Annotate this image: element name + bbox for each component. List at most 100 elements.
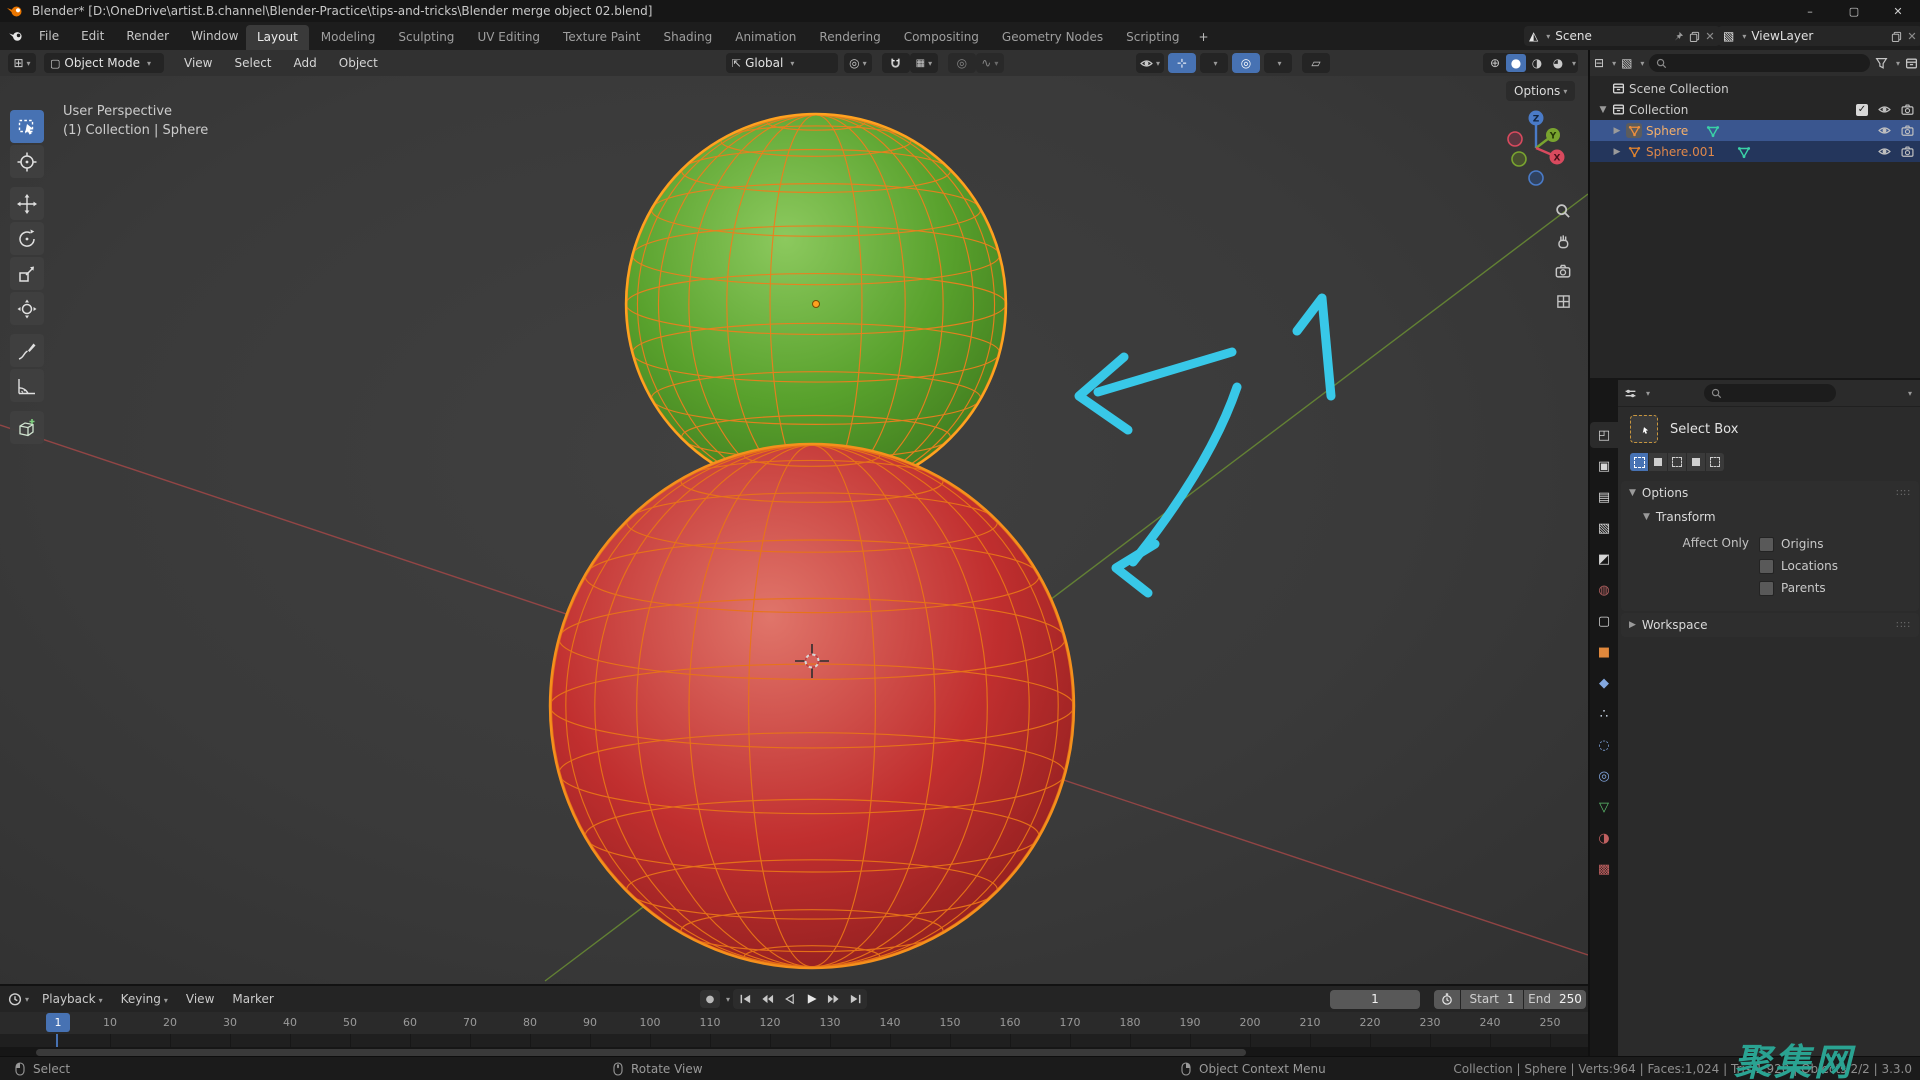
menu-render[interactable]: Render [117, 26, 178, 46]
tab-animation[interactable]: Animation [724, 25, 807, 50]
row-object-sphere[interactable]: ▶ Sphere [1590, 120, 1920, 141]
render-camera-icon[interactable] [1901, 124, 1914, 137]
playhead[interactable]: 1 [46, 1013, 70, 1032]
blender-menu-icon[interactable] [8, 30, 24, 42]
play-reverse-button[interactable] [779, 990, 799, 1008]
scene-selector[interactable]: ◭ ▾ Scene [1524, 26, 1720, 46]
properties-editor-icon[interactable] [1624, 387, 1637, 400]
start-frame-field[interactable]: Start1 [1461, 990, 1523, 1009]
proportional-editing-toggle[interactable]: ◎ [948, 53, 976, 73]
chevron-down-icon[interactable]: ▾ [25, 995, 29, 1004]
properties-tab-object-data[interactable]: ▽ [1590, 794, 1618, 820]
object-name[interactable]: Sphere [1646, 124, 1688, 138]
locations-checkbox-row[interactable]: Locations [1759, 555, 1838, 577]
gizmo-y-negative[interactable] [1512, 152, 1526, 166]
tool-rotate[interactable] [10, 222, 44, 255]
tab-shading[interactable]: Shading [652, 25, 723, 50]
previous-keyframe-button[interactable] [757, 990, 777, 1008]
properties-tab-object[interactable]: ■ [1590, 639, 1618, 665]
disclosure-icon[interactable]: ▼ [1598, 105, 1608, 115]
new-scene-icon[interactable] [1689, 31, 1700, 42]
hide-eye-icon[interactable] [1878, 145, 1891, 158]
row-scene-collection[interactable]: Scene Collection [1590, 78, 1920, 99]
show-overlays-toggle[interactable]: ◎ [1232, 53, 1260, 73]
end-frame-field[interactable]: End250 [1524, 990, 1586, 1009]
menu-window[interactable]: Window [182, 26, 247, 46]
properties-tab-collection[interactable]: ▢ [1590, 608, 1618, 634]
parents-checkbox-row[interactable]: Parents [1759, 577, 1838, 599]
workspace-panel-header[interactable]: ▶ Workspace ∷∷ [1621, 613, 1919, 637]
play-button[interactable] [801, 990, 821, 1008]
tool-measure[interactable] [10, 369, 44, 402]
active-tool-icon[interactable] [1630, 415, 1658, 443]
scene-name[interactable]: Scene [1555, 29, 1668, 43]
tab-uv-editing[interactable]: UV Editing [466, 25, 551, 50]
timeline-menu-keying[interactable]: Keying▾ [114, 989, 175, 1009]
select-mode-set[interactable] [1630, 453, 1648, 471]
jump-to-start-button[interactable] [735, 990, 755, 1008]
view-layer-name[interactable]: ViewLayer [1751, 29, 1886, 43]
tab-rendering[interactable]: Rendering [808, 25, 891, 50]
options-panel-header[interactable]: ▼ Options ∷∷ [1621, 481, 1919, 505]
view-layer-selector[interactable]: ▧ ▾ ViewLayer [1718, 26, 1920, 46]
transform-panel-header[interactable]: ▼ Transform [1621, 505, 1919, 529]
panel-grip-icon[interactable]: ∷∷ [1896, 488, 1911, 499]
tool-move[interactable] [10, 187, 44, 220]
row-object-sphere-001[interactable]: ▶ Sphere.001 [1590, 141, 1920, 162]
add-workspace-button[interactable]: + [1192, 25, 1216, 50]
select-mode-invert[interactable] [1687, 453, 1705, 471]
hide-eye-icon[interactable] [1878, 103, 1891, 116]
gizmo-settings[interactable]: ▾ [1200, 53, 1228, 73]
properties-tab-modifiers[interactable]: ◆ [1590, 670, 1618, 696]
object-sphere-001[interactable] [550, 444, 1074, 968]
disclosure-icon[interactable]: ▶ [1612, 147, 1622, 157]
collection-checkbox[interactable]: ✓ [1856, 104, 1868, 116]
tab-modeling[interactable]: Modeling [310, 25, 387, 50]
snap-toggle[interactable] [882, 53, 910, 73]
select-mode-intersect[interactable] [1706, 453, 1724, 471]
scene-collection-label[interactable]: Scene Collection [1629, 82, 1729, 96]
properties-tab-scene[interactable]: ◩ [1590, 546, 1618, 572]
tab-sculpting[interactable]: Sculpting [387, 25, 465, 50]
properties-options-chevron[interactable]: ▾ [1908, 389, 1912, 398]
pin-icon[interactable] [1673, 31, 1684, 42]
gizmo-x-negative[interactable] [1508, 132, 1522, 146]
timeline-menu-marker[interactable]: Marker [225, 989, 280, 1009]
menu-file[interactable]: File [30, 26, 68, 46]
jump-to-end-button[interactable] [845, 990, 865, 1008]
orthographic-toggle-tool[interactable] [1550, 288, 1576, 314]
object-name[interactable]: Sphere.001 [1646, 145, 1715, 159]
proportional-falloff[interactable]: ∿▾ [976, 53, 1004, 73]
properties-tab-material[interactable]: ◑ [1590, 825, 1618, 851]
transform-orientation-selector[interactable]: ⇱ Global ▾ [726, 53, 838, 73]
properties-tab-constraints[interactable]: ◎ [1590, 763, 1618, 789]
gizmo-z-negative[interactable] [1529, 171, 1543, 185]
mode-selector[interactable]: ▢ Object Mode ▾ [44, 53, 164, 73]
properties-tab-tool[interactable]: ◰ [1590, 422, 1618, 448]
menu-edit[interactable]: Edit [72, 26, 113, 46]
editor-type-button[interactable]: ⊞▾ [8, 53, 36, 73]
tab-texture-paint[interactable]: Texture Paint [552, 25, 651, 50]
new-view-layer-icon[interactable] [1891, 31, 1902, 42]
tab-geometry-nodes[interactable]: Geometry Nodes [991, 25, 1114, 50]
timeline-menu-view[interactable]: View [179, 989, 221, 1009]
outliner-search-input[interactable] [1649, 54, 1870, 72]
properties-tab-physics[interactable]: ◌ [1590, 732, 1618, 758]
panel-grip-icon[interactable]: ∷∷ [1896, 620, 1911, 631]
timeline-ruler[interactable]: 1 10203040506070809010011012013014015016… [0, 1012, 1588, 1034]
properties-tab-view-layer[interactable]: ▧ [1590, 515, 1618, 541]
properties-tab-output[interactable]: ▤ [1590, 484, 1618, 510]
horizontal-scrollbar[interactable] [36, 1049, 1246, 1056]
keying-chevron[interactable]: ▾ [726, 995, 730, 1004]
render-camera-icon[interactable] [1901, 145, 1914, 158]
tool-add-cube[interactable] [10, 411, 44, 444]
tool-cursor[interactable] [10, 145, 44, 178]
pivot-point-selector[interactable]: ◎▾ [844, 53, 872, 73]
select-mode-extend[interactable] [1649, 453, 1667, 471]
tool-select-box[interactable] [10, 110, 44, 143]
filter-icon[interactable] [1875, 57, 1888, 70]
properties-tab-texture[interactable]: ▩ [1590, 856, 1618, 882]
delete-scene-icon[interactable] [1705, 31, 1715, 41]
minimize-button[interactable]: – [1788, 0, 1832, 22]
new-collection-icon[interactable] [1905, 57, 1918, 70]
